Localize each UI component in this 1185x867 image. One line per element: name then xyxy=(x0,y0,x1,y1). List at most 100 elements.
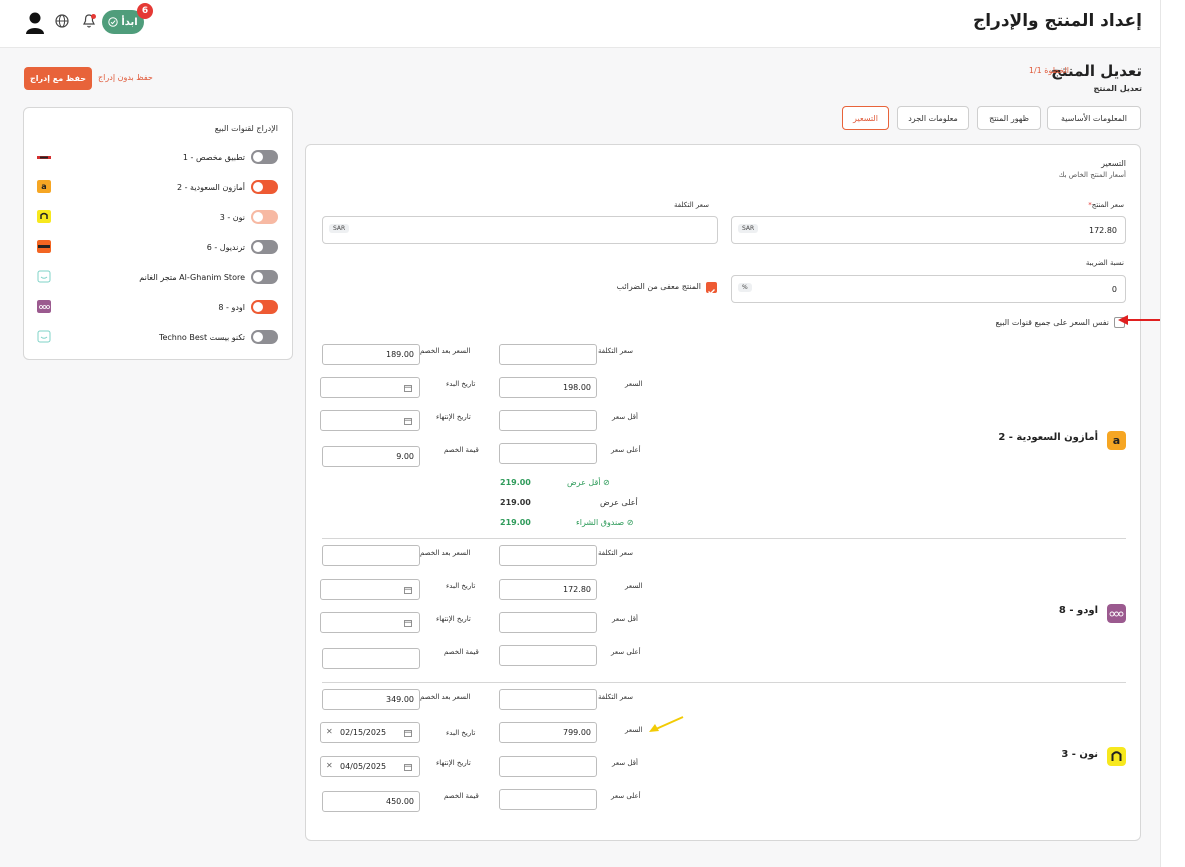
same-price-all-channels-label: نفس السعر على جميع قنوات البيع xyxy=(995,318,1109,327)
buy-box-value: 219.00 xyxy=(500,518,531,527)
channel-cost-input[interactable] xyxy=(499,545,597,566)
odoo-logo xyxy=(1107,604,1126,623)
clear-date-icon[interactable]: ✕ xyxy=(326,761,333,770)
save-without-listing-button[interactable]: حفظ بدون إدراج xyxy=(98,73,153,82)
price-label: السعر xyxy=(625,582,643,590)
store-logo xyxy=(37,330,51,343)
channel-name: أمازون السعودية - 2 xyxy=(998,432,1098,443)
channel-end-date-input[interactable]: ✕ 04/05/2025 xyxy=(320,756,420,777)
amazon-logo: a xyxy=(37,180,51,193)
channel-label: ترنديول - 6 xyxy=(206,242,245,252)
channel-toggle-row: ترنديول - 6 xyxy=(37,238,278,256)
noon-logo xyxy=(37,210,51,223)
channel-start-date-input[interactable] xyxy=(320,579,420,600)
sales-channels-title: الإدراج لقنوات البيع xyxy=(214,124,278,133)
channel-toggle[interactable] xyxy=(251,180,278,194)
tax-exempt-checkbox[interactable] xyxy=(706,282,717,295)
store-logo xyxy=(37,270,51,283)
channel-cost-input[interactable] xyxy=(499,344,597,365)
product-price-label: سعر المنتج* xyxy=(1088,201,1124,209)
highest-offer-value: 219.00 xyxy=(500,498,531,507)
channel-toggle[interactable] xyxy=(251,210,278,224)
channel-end-date-input[interactable] xyxy=(320,410,420,431)
channel-max-price-input[interactable] xyxy=(499,645,597,666)
divider xyxy=(322,682,1126,683)
form-subtitle: تعديل المنتج xyxy=(1093,84,1142,93)
channel-discounted-price-input[interactable]: 189.00 xyxy=(322,344,420,365)
cost-price-label: سعر التكلفة xyxy=(674,201,709,209)
channel-toggle[interactable] xyxy=(251,330,278,344)
discounted-price-label: السعر بعد الخصم xyxy=(420,549,471,557)
channel-toggle-row: Al-Ghanim Store متجر الغانم xyxy=(37,268,278,286)
svg-text:a: a xyxy=(41,182,46,191)
channel-toggle-row: تكنو بيست Techno Best xyxy=(37,328,278,346)
channel-discount-value-input[interactable] xyxy=(322,648,420,669)
channel-price-input[interactable]: 172.80 xyxy=(499,579,597,600)
product-price-value: 172.80 xyxy=(1089,226,1117,235)
calendar-icon xyxy=(404,385,412,392)
end-date-label: تاريخ الإنتهاء xyxy=(436,759,471,767)
start-date-label: تاريخ البدء xyxy=(446,729,476,737)
product-price-input[interactable]: SAR 172.80 xyxy=(731,216,1126,244)
tab-basic-info[interactable]: المعلومات الأساسية xyxy=(1047,106,1141,130)
channel-label: تكنو بيست Techno Best xyxy=(158,332,245,342)
start-label: ابدأ xyxy=(121,16,138,28)
globe-icon[interactable] xyxy=(55,14,69,28)
channel-price-input[interactable]: 198.00 xyxy=(499,377,597,398)
noon-logo xyxy=(1107,747,1126,766)
channel-name: نون - 3 xyxy=(1061,749,1098,760)
channel-label: نون - 3 xyxy=(219,212,245,222)
save-with-listing-button[interactable]: حفظ مع إدراج xyxy=(24,67,92,90)
channel-toggle-row: نون - 3 xyxy=(37,208,278,226)
channel-min-price-input[interactable] xyxy=(499,612,597,633)
channel-discounted-price-input[interactable]: 349.00 xyxy=(322,689,420,710)
channel-toggle[interactable] xyxy=(251,300,278,314)
tab-inventory-info[interactable]: معلومات الجرد xyxy=(897,106,969,130)
channel-start-date-input[interactable] xyxy=(320,377,420,398)
tax-rate-value: 0 xyxy=(1111,285,1117,294)
channel-price-input[interactable]: 799.00 xyxy=(499,722,597,743)
page-title: إعداد المنتج والإدراج xyxy=(972,11,1142,31)
tax-rate-label: نسبة الضريبة xyxy=(1085,259,1124,267)
channel-toggle[interactable] xyxy=(251,240,278,254)
channel-discount-value-input[interactable]: 450.00 xyxy=(322,791,420,812)
channel-toggle[interactable] xyxy=(251,150,278,164)
channel-min-price-input[interactable] xyxy=(499,756,597,777)
annotation-arrow-red xyxy=(1118,315,1164,325)
discounted-price-label: السعر بعد الخصم xyxy=(420,693,471,701)
channel-discount-value-input[interactable]: 9.00 xyxy=(322,446,420,467)
max-price-label: أعلى سعر xyxy=(611,648,641,656)
channel-toggle-row: أمازون السعودية - 2 a xyxy=(37,178,278,196)
discount-value-label: قيمة الخصم xyxy=(444,792,479,800)
channel-label: تطبيق مخصص - 1 xyxy=(182,152,245,162)
cost-price-input[interactable]: SAR xyxy=(322,216,718,244)
calendar-icon xyxy=(404,620,412,627)
min-price-label: أقل سعر xyxy=(612,615,638,623)
annotation-arrow-yellow xyxy=(649,716,684,732)
end-date-label: تاريخ الإنتهاء xyxy=(436,413,471,421)
channel-start-date-input[interactable]: ✕ 02/15/2025 xyxy=(320,722,420,743)
pricing-section-title: التسعير xyxy=(1101,159,1126,168)
tax-rate-input[interactable]: % 0 xyxy=(731,275,1126,303)
clear-date-icon[interactable]: ✕ xyxy=(326,727,333,736)
user-icon[interactable] xyxy=(25,12,45,34)
start-date-label: تاريخ البدء xyxy=(446,582,476,590)
lowest-offer-label: ⊘ أقل عرض xyxy=(567,478,610,487)
top-bar: إعداد المنتج والإدراج ابدأ 6 xyxy=(0,0,1160,48)
sales-channels-card: الإدراج لقنوات البيع تطبيق مخصص - 1 أماز… xyxy=(23,107,293,360)
channel-cost-input[interactable] xyxy=(499,689,597,710)
cost-label: سعر التكلفة xyxy=(598,693,633,701)
discounted-price-label: السعر بعد الخصم xyxy=(420,347,471,355)
percent-unit: % xyxy=(738,283,752,292)
channel-discounted-price-input[interactable] xyxy=(322,545,420,566)
channel-label: أمازون السعودية - 2 xyxy=(176,182,245,192)
tab-pricing[interactable]: التسعير xyxy=(842,106,889,130)
channel-toggle[interactable] xyxy=(251,270,278,284)
channel-max-price-input[interactable] xyxy=(499,443,597,464)
channel-label: اودو - 8 xyxy=(218,302,245,312)
channel-min-price-input[interactable] xyxy=(499,410,597,431)
tab-product-visibility[interactable]: ظهور المنتج xyxy=(977,106,1041,130)
buy-box-label: ⊘ صندوق الشراء xyxy=(576,518,634,527)
channel-end-date-input[interactable] xyxy=(320,612,420,633)
channel-max-price-input[interactable] xyxy=(499,789,597,810)
